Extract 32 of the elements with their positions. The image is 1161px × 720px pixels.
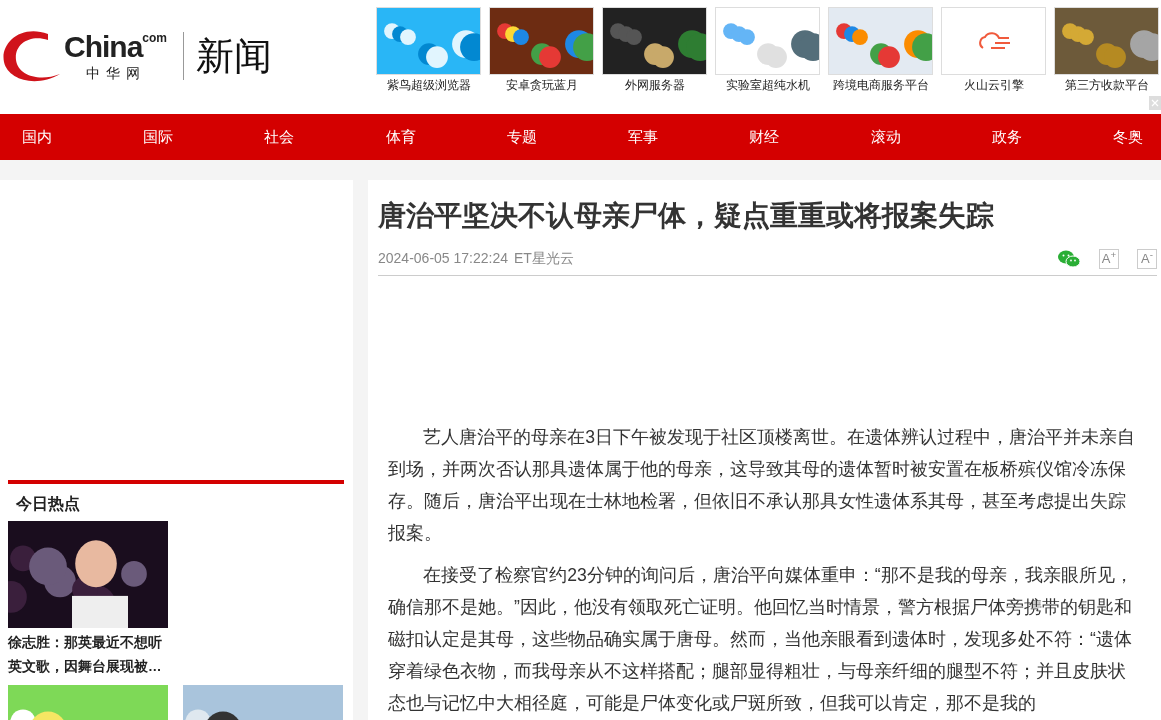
logo-text: 中华网 [85,66,146,80]
nav-link[interactable]: 财经 [749,125,780,149]
publish-date: 2024-06-05 17:22:24 [378,249,508,268]
nav-link[interactable]: 政务 [991,125,1022,149]
font-size-button[interactable]: A$^{+}$ [1099,248,1119,269]
section-title: 新闻 [183,32,273,80]
article-paragraph: 在接受了检察官约23分钟的询问后，唐治平向媒体重申：“那不是我的母亲，我亲眼所见，确信那不是她。”因此，他没有领取死亡证明。他回忆当时情景，警方根据尸体旁携带的钥匙和磁扣认定是其母，这些物品确实属于唐母。然而，当他亲眼看到遗体时，发现多处不符：“遗体穿着绿色衣物，而我母亲从不这样搭配；腿部显得粗壮，与母亲纤细的腿型不符；并且皮肤状态也与记忆中大相径庭，可能是尸体变化或尸斑所致，但我可以肯定，那不是我的 [388,564,1134,715]
ad-link[interactable]: 第三方收款平台 [1054,77,1159,95]
logo-text: com [142,32,168,44]
ad-link[interactable]: 紫鸟超级浏览器 [376,77,481,95]
nav-link[interactable]: 军事 [628,125,659,149]
nav-link[interactable]: 社会 [264,125,295,149]
ad-link[interactable]: 火山云引擎 [941,77,1046,95]
article-title: 唐治平坚决不认母亲尸体，疑点重重或将报案失踪 [378,199,995,233]
ad-link[interactable]: 安卓贪玩蓝月 [489,77,594,95]
ad-link[interactable]: 跨境电商服务平台 [828,77,933,95]
section-heading: 今日热点 [15,494,81,514]
font-size-button[interactable]: A$^{-}$ [1137,248,1157,269]
ad-link[interactable]: 实验室超纯水机 [715,77,820,95]
cloud-icon [976,32,1011,50]
nav-link[interactable]: 专题 [506,125,537,149]
nav-link[interactable]: 体育 [385,125,416,149]
nav-link[interactable]: 国内 [22,125,52,149]
logo-text: China [64,32,143,62]
ad-link[interactable]: 外网服务器 [602,77,707,95]
share-button[interactable] [1057,248,1081,269]
nav-link[interactable]: 冬奥 [1112,125,1143,149]
article-source: ET星光云 [514,249,574,268]
story-link[interactable]: 徐志胜：那英最近不想听英文歌，因舞台展现被… [8,631,168,680]
nav-link[interactable]: 国际 [143,125,174,149]
nav-link[interactable]: 滚动 [870,125,901,149]
article-paragraph: 艺人唐治平的母亲在3日下午被发现于社区顶楼离世。在遗体辨认过程中，唐治平并未亲自到场，并两次否认那具遗体属于他的母亲，这导致其母的遗体暂时被安置在板桥殡仪馆冷冻保存。随后，唐治平出现在士林地检署，但依旧不承认那具女性遗体系其母，甚至考虑提出失踪报案。 [388,426,1136,545]
